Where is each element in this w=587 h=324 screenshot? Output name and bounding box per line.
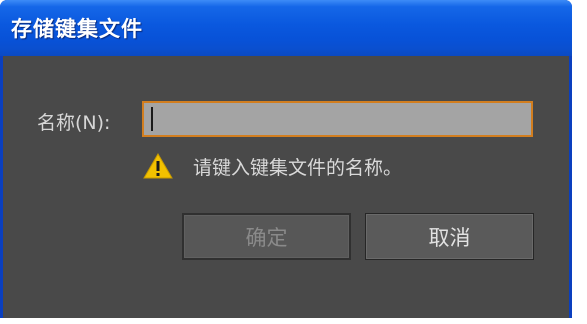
cancel-button-label: 取消: [428, 225, 471, 250]
dialog-content: 名称(N): 请键入键集文件的名称。 确定 取消: [3, 56, 569, 318]
name-input[interactable]: [142, 101, 533, 137]
warning-icon: [143, 153, 173, 179]
dialog-title: 存储键集文件: [11, 17, 143, 41]
save-keyset-dialog: 存储键集文件 名称(N): 请键入键集文件的名称。 确定 取消: [0, 0, 572, 318]
warning-message: 请键入键集文件的名称。: [193, 157, 403, 179]
title-bar[interactable]: 存储键集文件: [0, 0, 572, 56]
ok-button[interactable]: 确定: [182, 213, 351, 260]
text-caret: [151, 107, 153, 131]
cancel-button[interactable]: 取消: [365, 213, 534, 260]
name-field-label: 名称(N):: [37, 112, 111, 134]
ok-button-label: 确定: [245, 225, 288, 250]
